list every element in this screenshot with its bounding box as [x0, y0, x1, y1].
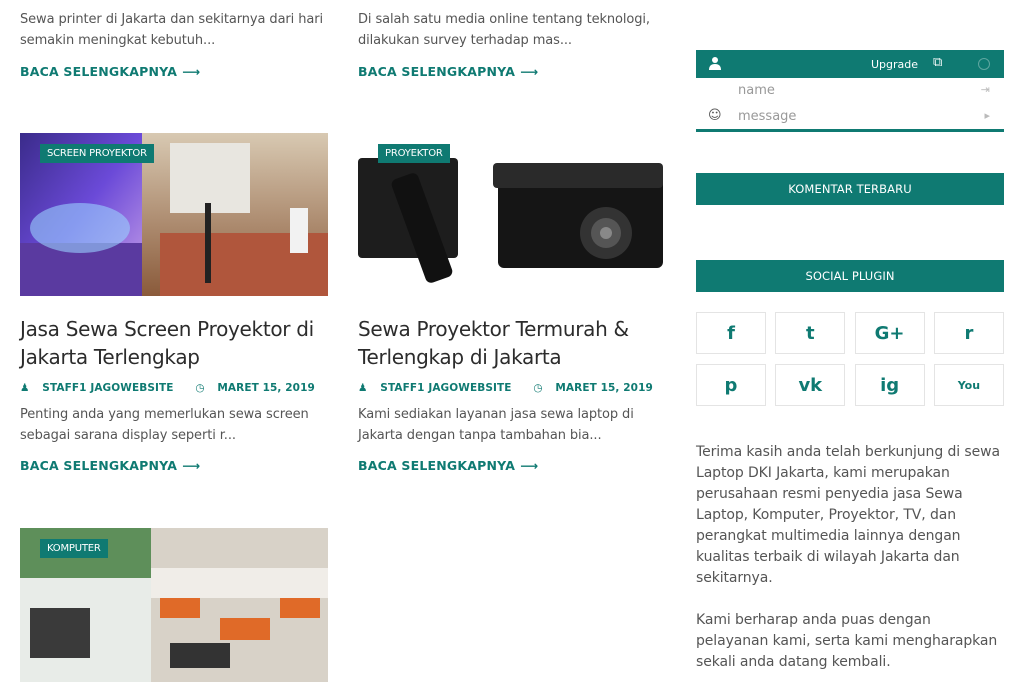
post-card: PROYEKTOR Sewa Proyektor Termurah & Terl… [358, 133, 666, 474]
post-card: KOMPUTER [20, 528, 328, 682]
clock-icon: ◷ [533, 382, 547, 394]
post-title[interactable]: Sewa Proyektor Termurah & Terlengkap di … [358, 315, 666, 371]
send-icon[interactable]: ▸ [984, 109, 990, 122]
post-author[interactable]: ♟ STAFF1 JAGOWEBSITE [358, 382, 521, 394]
category-badge[interactable]: SCREEN PROYEKTOR [40, 144, 154, 163]
read-more-link[interactable]: BACA SELENGKAPNYA ⟶ [358, 458, 538, 473]
post-meta: ♟ STAFF1 JAGOWEBSITE ◷ MARET 15, 2019 [358, 382, 666, 394]
read-more-link[interactable]: BACA SELENGKAPNYA ⟶ [20, 458, 200, 473]
pinterest-icon[interactable]: p [696, 364, 766, 406]
page: Sewa printer di Jakarta dan sekitarnya d… [0, 0, 1024, 682]
arrow-right-icon: ⟶ [520, 64, 539, 79]
post-excerpt: Penting anda yang memerlukan sewa screen… [20, 407, 309, 443]
author-label: STAFF1 JAGOWEBSITE [380, 382, 512, 394]
twitter-icon[interactable]: t [775, 312, 846, 354]
category-badge[interactable]: KOMPUTER [40, 539, 108, 558]
read-more-label: BACA SELENGKAPNYA [20, 64, 178, 79]
facebook-icon[interactable]: f [696, 312, 766, 354]
chat-underline [696, 129, 1004, 132]
message-row: ☺ message ▸ [696, 104, 1004, 130]
user-icon[interactable] [709, 56, 721, 70]
date-label: MARET 15, 2019 [217, 382, 315, 394]
about-paragraph: Terima kasih anda telah berkunjung di se… [696, 444, 1000, 586]
post-meta: ♟ STAFF1 JAGOWEBSITE ◷ MARET 15, 2019 [20, 382, 328, 394]
post-thumbnail[interactable]: PROYEKTOR [358, 133, 666, 296]
author-label: STAFF1 JAGOWEBSITE [42, 382, 174, 394]
read-more-label: BACA SELENGKAPNYA [20, 458, 178, 473]
arrow-right-icon: ⟶ [182, 64, 201, 79]
message-input[interactable]: message [738, 109, 796, 124]
youtube-icon[interactable]: You [933, 364, 1004, 406]
social-plugin-heading: SOCIAL PLUGIN [696, 260, 1004, 292]
post-thumbnail[interactable]: KOMPUTER [20, 528, 328, 682]
read-more-link[interactable]: BACA SELENGKAPNYA ⟶ [358, 64, 538, 79]
post-excerpt: Kami sediakan layanan jasa sewa laptop d… [358, 407, 634, 443]
sidebar: Upgrade ⧉ name ⇥ ☺ message ▸ KOMENTAR TE… [696, 50, 1004, 673]
recent-comments-heading: KOMENTAR TERBARU [696, 173, 1004, 205]
category-badge[interactable]: PROYEKTOR [378, 144, 450, 163]
smiley-icon[interactable]: ☺ [708, 108, 722, 123]
google-plus-icon[interactable]: G+ [854, 312, 925, 354]
reddit-icon[interactable]: r [933, 312, 1004, 354]
arrow-right-icon: ⟶ [182, 458, 201, 473]
about-text: Terima kasih anda telah berkunjung di se… [696, 442, 1004, 673]
clock-icon: ◷ [195, 382, 209, 394]
date-label: MARET 15, 2019 [555, 382, 653, 394]
status-circle-icon[interactable] [978, 58, 990, 70]
sign-in-icon[interactable]: ⇥ [981, 83, 990, 96]
post-card: SCREEN PROYEKTOR Jasa Sewa Screen Proyek… [20, 133, 328, 474]
chat-widget: Upgrade ⧉ name ⇥ ☺ message ▸ [696, 50, 1004, 132]
arrow-right-icon: ⟶ [520, 458, 539, 473]
read-more-link[interactable]: BACA SELENGKAPNYA ⟶ [20, 64, 200, 79]
post-author[interactable]: ♟ STAFF1 JAGOWEBSITE [20, 382, 183, 394]
post-thumbnail[interactable]: SCREEN PROYEKTOR [20, 133, 328, 296]
chat-header: Upgrade ⧉ [696, 50, 1004, 78]
post-date: ◷ MARET 15, 2019 [533, 382, 662, 394]
upgrade-link[interactable]: Upgrade [871, 58, 918, 71]
vk-icon[interactable]: vk [775, 364, 846, 406]
user-icon: ♟ [358, 382, 372, 394]
post-card: Sewa printer di Jakarta dan sekitarnya d… [20, 9, 328, 80]
read-more-label: BACA SELENGKAPNYA [358, 64, 516, 79]
read-more-label: BACA SELENGKAPNYA [358, 458, 516, 473]
post-excerpt: Di salah satu media online tentang tekno… [358, 12, 650, 48]
name-row: name ⇥ [696, 78, 1004, 104]
post-excerpt: Sewa printer di Jakarta dan sekitarnya d… [20, 12, 323, 48]
social-grid: f t G+ r p vk ig You [696, 312, 1004, 406]
instagram-icon[interactable]: ig [854, 364, 925, 406]
about-paragraph: Kami berharap anda puas dengan pelayanan… [696, 612, 998, 670]
name-input[interactable]: name [738, 83, 775, 98]
user-icon: ♟ [20, 382, 34, 394]
post-title[interactable]: Jasa Sewa Screen Proyektor di Jakarta Te… [20, 315, 328, 371]
external-link-icon[interactable]: ⧉ [933, 55, 942, 70]
post-card: Di salah satu media online tentang tekno… [358, 9, 666, 80]
post-date: ◷ MARET 15, 2019 [195, 382, 324, 394]
